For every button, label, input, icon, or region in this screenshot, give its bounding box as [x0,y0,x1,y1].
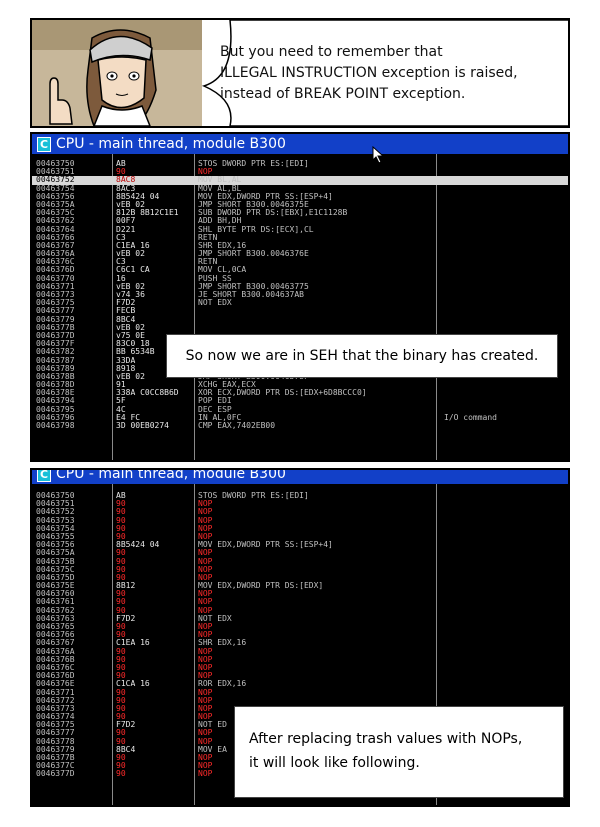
disassembly-cell: MOV EDX,DWORD PTR SS:[ESP+4] [198,540,333,550]
listing-row[interactable]: 00463775 F7D2 NOT EDX [32,298,568,308]
listing-row[interactable]: 00463771 90 NOP [32,688,568,697]
listing-row[interactable]: 00463777 FECB [32,307,568,315]
listing-row[interactable]: 0046377B vEB 02 [32,323,568,332]
listing-row[interactable]: 00463773 v74 36 JE SHORT B300.004637AB [32,290,568,299]
listing-row[interactable]: 0046376C 90 NOP [32,663,568,672]
info-icon: C [37,470,51,482]
comment-cell: I/O command [444,412,497,422]
listing-row[interactable]: 00463764 D221 SHL BYTE PTR DS:[ECX],CL [32,225,568,234]
caption-box: So now we are in SEH that the binary has… [166,334,558,378]
window-title: CPU - main thread, module B300 [56,468,286,482]
listing-row[interactable]: 00463767 C1EA 16 SHR EDX,16 [32,639,568,647]
listing-row[interactable]: 00463779 8BC4 [32,315,568,324]
listing-row[interactable]: 0046375B 90 NOP [32,557,568,566]
cpu-window-after: C CPU - main thread, module B300 0046375… [30,468,570,807]
listing-row[interactable]: 00463753 90 NOP [32,516,568,525]
hex-bytes-cell: 3D 00EB0274 [116,421,169,430]
window-title: CPU - main thread, module B300 [56,136,286,152]
listing-row[interactable]: 0046378E 338A C0CC8B6D XOR ECX,DWORD PTR D… [32,389,568,397]
caption-box: After replacing trash values with NOPs, … [234,706,564,798]
disassembly-cell: NOT EDX [198,298,232,308]
listing-row[interactable]: 0046376C C3 RETN [32,258,568,266]
listing-row[interactable]: 00463766 90 NOP [32,630,568,639]
listing-row[interactable]: 0046376D 90 NOP [32,671,568,680]
listing-row[interactable]: 00463796 E4 FC IN AL,0FC I/O command [32,412,568,422]
listing-row[interactable]: 00463762 90 NOP [32,606,568,615]
listing-row[interactable]: 0046376B 90 NOP [32,655,568,664]
caption-line: After replacing trash values with NOPs, [249,731,523,747]
info-icon: C [37,137,51,152]
listing-row[interactable]: 00463761 90 NOP [32,598,568,606]
disassembly-cell: NOP [198,769,213,779]
caption-line: it will look like following. [249,755,420,771]
listing-row[interactable]: 0046375C 90 NOP [32,565,568,574]
window-titlebar[interactable]: C CPU - main thread, module B300 [32,468,568,484]
speech-line: ILLEGAL INSTRUCTION exception is raised, [220,65,518,81]
disassembly-listing[interactable]: 00463750 AB STOS DWORD PTR ES:[EDI] 0046375… [32,159,568,430]
hex-bytes-cell: 90 [116,769,126,779]
speech-line: But you need to remember that [220,44,443,60]
listing-row[interactable]: 00463750 AB STOS DWORD PTR ES:[EDI] [32,159,568,168]
address-cell: 00463798 [36,421,75,430]
listing-row[interactable]: 0046375E 8B12 MOV EDX,DWORD PTR DS:[EDX] [32,581,568,591]
listing-row[interactable]: 00463798 3D 00EB0274 CMP EAX,7402EB00 [32,421,568,430]
listing-row[interactable]: 0046376D C6C1 CA MOV CL,0CA [32,266,568,274]
listing-row[interactable]: 00463760 90 NOP [32,590,568,598]
listing-row[interactable]: 00463751 90 NOP [32,499,568,508]
listing-row[interactable]: 0046375C 812B 8B12C1E1 SUB DWORD PTR DS:[E… [32,208,568,217]
listing-row[interactable]: 0046376E C1CA 16 ROR EDX,16 [32,680,568,688]
listing-row[interactable]: 00463750 AB STOS DWORD PTR ES:[EDI] [32,491,568,500]
listing-row[interactable]: 00463751 90 NOP [32,167,568,176]
address-cell: 0046377D [36,769,75,779]
listing-row[interactable]: 00463763 F7D2 NOT EDX [32,614,568,623]
listing-row[interactable]: 0046375A 90 NOP [32,549,568,557]
listing-row[interactable]: 00463765 90 NOP [32,622,568,631]
window-titlebar[interactable]: C CPU - main thread, module B300 [32,134,568,154]
listing-row[interactable]: 00463772 90 NOP [32,696,568,705]
comic-panel-top: But you need to remember that ILLEGAL IN… [30,18,570,128]
disassembly-cell: STOS DWORD PTR ES:[EDI] [198,491,309,500]
disassembly-cell: STOS DWORD PTR ES:[EDI] [198,159,309,168]
listing-row[interactable]: 00463752 90 NOP [32,508,568,516]
listing-row[interactable]: 00463766 C3 RETN [32,233,568,242]
caption-text: So now we are in SEH that the binary has… [185,348,539,364]
listing-row[interactable]: 00463756 8B5424 04 MOV EDX,DWORD PTR SS:[E… [32,540,568,550]
disassembly-cell: CMP EAX,7402EB00 [198,421,276,430]
character-illustration [32,20,202,126]
cpu-window-before: C CPU - main thread, module B300 0046375… [30,132,570,462]
speech-text: But you need to remember that ILLEGAL IN… [220,42,560,105]
listing-row[interactable]: 00463752 8AC8 MOV BL,AL [32,176,568,185]
listing-row[interactable]: 0046376A vEB 02 JMP SHORT B300.0046376E [32,249,568,258]
listing-row[interactable]: 00463794 5F POP EDI [32,397,568,405]
listing-row[interactable]: 00463754 90 NOP [32,524,568,533]
listing-row[interactable]: 0046376A 90 NOP [32,647,568,656]
speech-line: instead of BREAK POINT exception. [220,86,466,102]
disassembly-cell: MOV EDX,DWORD PTR DS:[EDX] [198,581,324,591]
